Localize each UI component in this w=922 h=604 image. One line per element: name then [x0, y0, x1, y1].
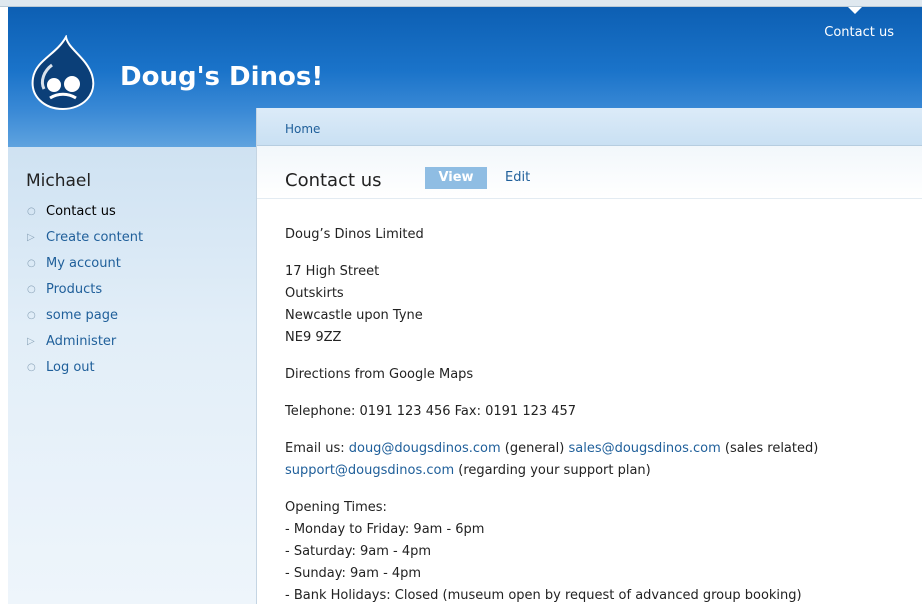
email-prefix: Email us: — [285, 441, 349, 456]
sidebar-item-create-content[interactable]: ▷ Create content — [26, 229, 143, 255]
directions-text: Directions from Google Maps — [285, 367, 474, 382]
sidebar-item-label[interactable]: Create content — [46, 230, 143, 245]
page-top-strip — [0, 0, 922, 7]
header-contact-us-link[interactable]: Contact us — [824, 25, 894, 40]
address-line: Outskirts — [285, 286, 344, 301]
sidebar-item-some-page[interactable]: ○ some page — [26, 307, 143, 333]
email-paragraph: Email us: doug@dougsdinos.com (general) … — [285, 438, 905, 482]
breadcrumb: Home — [257, 108, 922, 146]
main-content-area: Home Contact us View Edit Doug’s Dinos L… — [256, 108, 922, 604]
active-tab-pointer-icon — [848, 7, 862, 14]
sidebar: Michael ○ Contact us ▷ Create content ○ … — [8, 147, 256, 604]
opening-times-line: - Sunday: 9am - 4pm — [285, 566, 422, 581]
circle-bullet-icon: ○ — [27, 206, 36, 217]
sidebar-item-label[interactable]: My account — [46, 256, 121, 271]
opening-times-line: - Bank Holidays: Closed (museum open by … — [285, 588, 802, 603]
company-name: Doug’s Dinos Limited — [285, 227, 424, 242]
email-sales-link[interactable]: sales@dougsdinos.com — [568, 441, 720, 456]
sidebar-user-title: Michael — [26, 171, 92, 191]
drupal-drop-logo[interactable] — [30, 35, 96, 111]
opening-times-line: - Saturday: 9am - 4pm — [285, 544, 432, 559]
phone-fax-text: Telephone: 0191 123 456 Fax: 0191 123 45… — [285, 404, 577, 419]
sidebar-item-administer[interactable]: ▷ Administer — [26, 333, 143, 359]
sidebar-item-my-account[interactable]: ○ My account — [26, 255, 143, 281]
email-support-note: (regarding your support plan) — [454, 463, 651, 478]
tab-edit[interactable]: Edit — [505, 170, 530, 185]
sidebar-item-label[interactable]: some page — [46, 308, 118, 323]
triangle-bullet-icon: ▷ — [27, 232, 35, 243]
sidebar-item-products[interactable]: ○ Products — [26, 281, 143, 307]
sidebar-item-label[interactable]: Contact us — [46, 204, 116, 219]
circle-bullet-icon: ○ — [27, 310, 36, 321]
email-support-link[interactable]: support@dougsdinos.com — [285, 463, 454, 478]
sidebar-item-label[interactable]: Products — [46, 282, 102, 297]
browser-page: Doug's Dinos! Contact us Michael ○ Conta… — [0, 0, 922, 604]
address-line: Newcastle upon Tyne — [285, 308, 423, 323]
opening-times-line: - Monday to Friday: 9am - 6pm — [285, 522, 485, 537]
circle-bullet-icon: ○ — [27, 258, 36, 269]
sidebar-item-label[interactable]: Administer — [46, 334, 116, 349]
site-name[interactable]: Doug's Dinos! — [120, 62, 323, 92]
triangle-bullet-icon: ▷ — [27, 336, 35, 347]
sidebar-navigation-menu: ○ Contact us ▷ Create content ○ My accou… — [26, 203, 143, 385]
page-title: Contact us — [285, 170, 382, 191]
page-title-row: Contact us View Edit — [257, 146, 922, 199]
sidebar-item-label[interactable]: Log out — [46, 360, 95, 375]
email-sales-note: (sales related) — [720, 441, 819, 456]
sidebar-item-log-out[interactable]: ○ Log out — [26, 359, 143, 385]
opening-times-heading: Opening Times: — [285, 500, 387, 515]
circle-bullet-icon: ○ — [27, 284, 36, 295]
page-body: Doug’s Dinos Limited 17 High Street Outs… — [285, 224, 905, 604]
breadcrumb-home-link[interactable]: Home — [285, 122, 320, 136]
sidebar-item-contact-us[interactable]: ○ Contact us — [26, 203, 143, 229]
tab-view[interactable]: View — [425, 167, 487, 189]
email-general-note: (general) — [500, 441, 569, 456]
circle-bullet-icon: ○ — [27, 362, 36, 373]
email-general-link[interactable]: doug@dougsdinos.com — [349, 441, 501, 456]
address-line: 17 High Street — [285, 264, 380, 279]
address-line: NE9 9ZZ — [285, 330, 342, 345]
